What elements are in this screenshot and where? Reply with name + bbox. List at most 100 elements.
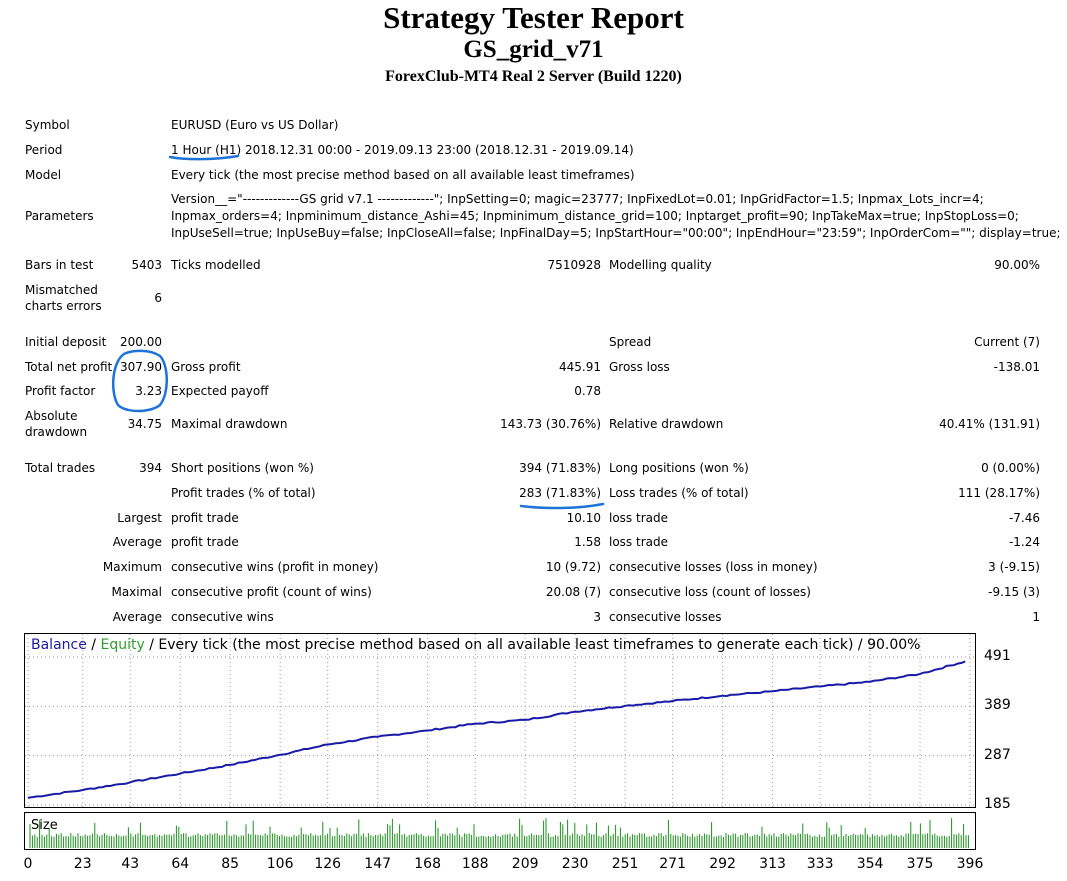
period-label: Period [25, 143, 63, 157]
average-profit-value: 1.58 [574, 535, 601, 549]
y-tick-label: 185 [984, 796, 1011, 812]
x-tick-label: 354 [856, 856, 884, 872]
net-profit-label: Total net profit [25, 360, 113, 374]
largest-loss-label: loss trade [609, 511, 668, 525]
symbol-label: Symbol [25, 118, 70, 132]
y-tick-label: 389 [984, 697, 1011, 714]
x-tick-label: 0 [23, 856, 33, 872]
x-tick-label: 333 [806, 856, 834, 872]
x-tick-label: 168 [414, 856, 441, 872]
absolute-drawdown-label: Absolute [25, 409, 78, 423]
x-tick-label: 251 [611, 856, 639, 872]
loss-trades-label: Loss trades (% of total) [609, 486, 749, 500]
avg-cons-wins-value: 3 [593, 610, 601, 624]
parameters-line: InpUseSell=true; InpUseBuy=false; InpClo… [171, 226, 1061, 240]
long-positions-label: Long positions (won %) [609, 461, 749, 475]
x-tick-label: 188 [461, 856, 489, 872]
parameters-line: Inpmax_orders=4; Inpminimum_distance_Ash… [171, 209, 1019, 223]
total-trades-value: 394 [139, 461, 162, 475]
size-chart [24, 812, 976, 850]
x-tick-label: 147 [364, 856, 392, 872]
x-tick-label: 313 [759, 856, 786, 872]
profit-trades-underline-mark [519, 502, 605, 510]
gross-loss-value: -138.01 [993, 360, 1040, 374]
maximal-drawdown-value: 143.73 (30.76%) [500, 417, 601, 431]
mismatched-label: Mismatched [25, 283, 98, 297]
caption-balance: Balance [31, 637, 87, 653]
x-tick-label: 85 [221, 856, 240, 872]
expected-payoff-value: 0.78 [574, 384, 601, 398]
spread-label: Spread [609, 335, 652, 349]
parameters-label: Parameters [25, 209, 94, 223]
x-tick-label: 271 [659, 856, 687, 872]
largest-profit-value: 10.10 [566, 511, 601, 525]
expected-payoff-label: Expected payoff [171, 384, 269, 398]
relative-drawdown-value: 40.41% (131.91) [939, 417, 1040, 431]
period-value: 1 Hour (H1) 2018.12.31 00:00 - 2019.09.1… [171, 143, 634, 157]
profit-trades-value: 283 (71.83%) [519, 486, 601, 500]
symbol-value: EURUSD (Euro vs US Dollar) [171, 118, 339, 132]
cons-profit-label: consecutive profit (count of wins) [171, 585, 372, 599]
largest-label: Largest [117, 511, 162, 525]
x-tick-label: 375 [906, 856, 934, 872]
expert-name: GS_grid_v71 [463, 36, 604, 63]
model-label: Model [25, 168, 62, 182]
average-loss-label: loss trade [609, 535, 668, 549]
relative-drawdown-label: Relative drawdown [609, 417, 724, 431]
ticks-label: Ticks modelled [171, 258, 261, 272]
absolute-drawdown-value: 34.75 [127, 417, 162, 431]
total-trades-label: Total trades [25, 461, 96, 475]
model-value: Every tick (the most precise method base… [171, 168, 635, 182]
bars-label: Bars in test [25, 258, 94, 272]
x-tick-label: 209 [511, 856, 539, 872]
caption-rest: / Every tick (the most precise method ba… [144, 637, 921, 653]
y-tick-label: 287 [984, 746, 1011, 763]
short-positions-label: Short positions (won %) [171, 461, 314, 475]
short-positions-value: 394 (71.83%) [519, 461, 601, 475]
largest-profit-label: profit trade [171, 511, 239, 525]
x-tick-label: 126 [314, 856, 342, 872]
x-tick-label: 23 [73, 856, 92, 872]
x-tick-label: 230 [561, 856, 589, 872]
size-label: Size [31, 818, 58, 833]
cons-loss-label: consecutive loss (count of losses) [609, 585, 811, 599]
largest-loss-value: -7.46 [1008, 511, 1040, 525]
quality-label: Modelling quality [609, 258, 712, 272]
cons-wins-value: 10 (9.72) [545, 560, 601, 574]
absolute-drawdown-label-2: drawdown [25, 425, 88, 439]
net-profit-value: 307.90 [120, 360, 162, 374]
profit-factor-label: Profit factor [25, 384, 96, 398]
spread-value: Current (7) [974, 335, 1040, 349]
parameters-line: Version__="-------------GS grid v7.1 ---… [171, 192, 984, 206]
parameters-value: Version__="-------------GS grid v7.1 ---… [171, 191, 1061, 242]
x-tick-label: 64 [171, 856, 190, 872]
quality-value: 90.00% [994, 258, 1040, 272]
x-tick-label: 43 [121, 856, 140, 872]
caption-equity: Equity [100, 637, 145, 653]
avg-cons-losses-value: 1 [1032, 610, 1040, 624]
loss-trades-value: 111 (28.17%) [958, 486, 1040, 500]
balance-chart [24, 633, 976, 808]
avg-cons-losses-label: consecutive losses [609, 610, 722, 624]
gross-profit-value: 445.91 [559, 360, 601, 374]
ticks-value: 7510928 [547, 258, 601, 272]
x-tick-label: 106 [266, 856, 294, 872]
avg-cons-wins-label: consecutive wins [171, 610, 274, 624]
cons-losses-label: consecutive losses (loss in money) [609, 560, 818, 574]
cons-loss-value: -9.15 (3) [988, 585, 1040, 599]
report-title: Strategy Tester Report [383, 0, 684, 35]
initial-deposit-label: Initial deposit [25, 335, 107, 349]
gross-profit-label: Gross profit [171, 360, 241, 374]
cons-wins-label: consecutive wins (profit in money) [171, 560, 379, 574]
average-profit-label: profit trade [171, 535, 239, 549]
caption-separator: / [86, 637, 101, 653]
average-cons-label: Average [112, 610, 162, 624]
profit-factor-value: 3.23 [135, 384, 162, 398]
average-label: Average [112, 535, 162, 549]
cons-losses-value: 3 (-9.15) [988, 560, 1040, 574]
long-positions-value: 0 (0.00%) [981, 461, 1040, 475]
maximal-label: Maximal [111, 585, 162, 599]
mismatched-label-2: charts errors [25, 299, 102, 313]
chart-caption: Balance / Equity / Every tick (the most … [31, 637, 920, 653]
y-tick-label: 491 [984, 648, 1011, 664]
